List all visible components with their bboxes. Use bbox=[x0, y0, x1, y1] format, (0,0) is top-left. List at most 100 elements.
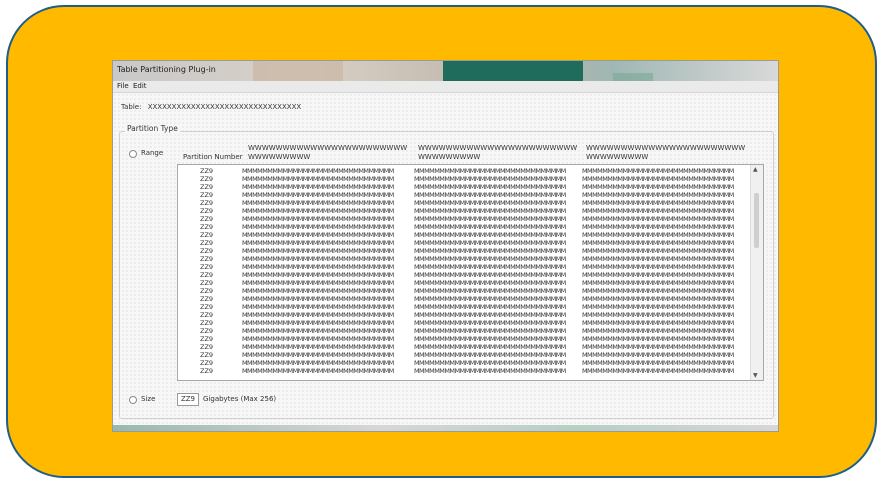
row-cell-c2: MMMMMMMMMMMMMMMMMMMMMMMMMMMMMM bbox=[414, 335, 566, 343]
row-cell-c2: MMMMMMMMMMMMMMMMMMMMMMMMMMMMMM bbox=[414, 319, 566, 327]
row-cell-c3: MMMMMMMMMMMMMMMMMMMMMMMMMMMMMM bbox=[582, 295, 734, 303]
table-row[interactable]: ZZ9 MMMMMMMMMMMMMMMMMMMMMMMMMMMMMM MMMMMMM… bbox=[178, 279, 751, 287]
row-partition-number: ZZ9 bbox=[200, 327, 214, 335]
plugin-window: Table Partitioning Plug-in File Edit Tab… bbox=[112, 60, 779, 432]
window-title: Table Partitioning Plug-in bbox=[117, 65, 216, 74]
row-cell-c1: MMMMMMMMMMMMMMMMMMMMMMMMMMMMMM bbox=[242, 327, 394, 335]
table-row[interactable]: ZZ9 MMMMMMMMMMMMMMMMMMMMMMMMMMMMMM MMMMMMM… bbox=[178, 175, 751, 183]
table-row[interactable]: ZZ9 MMMMMMMMMMMMMMMMMMMMMMMMMMMMMM MMMMMMM… bbox=[178, 239, 751, 247]
row-partition-number: ZZ9 bbox=[200, 367, 214, 375]
size-input[interactable]: ZZ9 bbox=[177, 393, 199, 406]
row-partition-number: ZZ9 bbox=[200, 287, 214, 295]
size-radio[interactable] bbox=[129, 396, 137, 404]
title-bar[interactable]: Table Partitioning Plug-in bbox=[113, 61, 778, 81]
row-cell-c1: MMMMMMMMMMMMMMMMMMMMMMMMMMMMMM bbox=[242, 183, 394, 191]
window-content: Table: XXXXXXXXXXXXXXXXXXXXXXXXXXXXXXXX … bbox=[113, 93, 778, 431]
row-cell-c1: MMMMMMMMMMMMMMMMMMMMMMMMMMMMMM bbox=[242, 191, 394, 199]
table-row[interactable]: ZZ9 MMMMMMMMMMMMMMMMMMMMMMMMMMMMMM MMMMMMM… bbox=[178, 319, 751, 327]
size-suffix: Gigabytes (Max 256) bbox=[203, 395, 277, 403]
row-cell-c3: MMMMMMMMMMMMMMMMMMMMMMMMMMMMMM bbox=[582, 335, 734, 343]
table-row[interactable]: ZZ9 MMMMMMMMMMMMMMMMMMMMMMMMMMMMMM MMMMMMM… bbox=[178, 207, 751, 215]
row-cell-c2: MMMMMMMMMMMMMMMMMMMMMMMMMMMMMM bbox=[414, 271, 566, 279]
row-cell-c3: MMMMMMMMMMMMMMMMMMMMMMMMMMMMMM bbox=[582, 167, 734, 175]
scroll-thumb[interactable] bbox=[754, 193, 759, 248]
row-cell-c2: MMMMMMMMMMMMMMMMMMMMMMMMMMMMMM bbox=[414, 287, 566, 295]
table-row[interactable]: ZZ9 MMMMMMMMMMMMMMMMMMMMMMMMMMMMMM MMMMMMM… bbox=[178, 255, 751, 263]
row-cell-c1: MMMMMMMMMMMMMMMMMMMMMMMMMMMMMM bbox=[242, 231, 394, 239]
table-row[interactable]: ZZ9 MMMMMMMMMMMMMMMMMMMMMMMMMMMMMM MMMMMMM… bbox=[178, 271, 751, 279]
table-row[interactable]: ZZ9 MMMMMMMMMMMMMMMMMMMMMMMMMMMMMM MMMMMMM… bbox=[178, 247, 751, 255]
row-cell-c2: MMMMMMMMMMMMMMMMMMMMMMMMMMMMMM bbox=[414, 239, 566, 247]
table-row[interactable]: ZZ9 MMMMMMMMMMMMMMMMMMMMMMMMMMMMMM MMMMMMM… bbox=[178, 231, 751, 239]
row-cell-c3: MMMMMMMMMMMMMMMMMMMMMMMMMMMMMM bbox=[582, 271, 734, 279]
row-cell-c1: MMMMMMMMMMMMMMMMMMMMMMMMMMMMMM bbox=[242, 359, 394, 367]
table-row[interactable]: ZZ9 MMMMMMMMMMMMMMMMMMMMMMMMMMMMMM MMMMMMM… bbox=[178, 327, 751, 335]
scroll-up-arrow-icon[interactable]: ▲ bbox=[753, 166, 758, 173]
vertical-scrollbar[interactable]: ▲ ▼ bbox=[750, 165, 763, 380]
row-cell-c3: MMMMMMMMMMMMMMMMMMMMMMMMMMMMMM bbox=[582, 191, 734, 199]
row-partition-number: ZZ9 bbox=[200, 231, 214, 239]
header-partition-number[interactable]: Partition Number bbox=[183, 153, 243, 162]
table-row[interactable]: ZZ9 MMMMMMMMMMMMMMMMMMMMMMMMMMMMMM MMMMMMM… bbox=[178, 343, 751, 351]
row-cell-c3: MMMMMMMMMMMMMMMMMMMMMMMMMMMMMM bbox=[582, 311, 734, 319]
table-row[interactable]: ZZ9 MMMMMMMMMMMMMMMMMMMMMMMMMMMMMM MMMMMMM… bbox=[178, 191, 751, 199]
row-cell-c3: MMMMMMMMMMMMMMMMMMMMMMMMMMMMMM bbox=[582, 303, 734, 311]
row-cell-c1: MMMMMMMMMMMMMMMMMMMMMMMMMMMMMM bbox=[242, 247, 394, 255]
table-row[interactable]: ZZ9 MMMMMMMMMMMMMMMMMMMMMMMMMMMMMM MMMMMMM… bbox=[178, 367, 751, 375]
row-cell-c1: MMMMMMMMMMMMMMMMMMMMMMMMMMMMMM bbox=[242, 295, 394, 303]
header-column-2[interactable]: WWWWWWWWWWWWWWWWWWWWWWWWWWWWWWWW bbox=[418, 144, 583, 162]
row-cell-c1: MMMMMMMMMMMMMMMMMMMMMMMMMMMMMM bbox=[242, 255, 394, 263]
table-row[interactable]: ZZ9 MMMMMMMMMMMMMMMMMMMMMMMMMMMMMM MMMMMMM… bbox=[178, 287, 751, 295]
table-row[interactable]: ZZ9 MMMMMMMMMMMMMMMMMMMMMMMMMMMMMM MMMMMMM… bbox=[178, 311, 751, 319]
menu-edit[interactable]: Edit bbox=[133, 82, 147, 90]
table-row[interactable]: ZZ9 MMMMMMMMMMMMMMMMMMMMMMMMMMMMMM MMMMMMM… bbox=[178, 215, 751, 223]
table-label: Table: bbox=[121, 103, 142, 111]
title-bar-background bbox=[613, 73, 653, 81]
row-cell-c2: MMMMMMMMMMMMMMMMMMMMMMMMMMMMMM bbox=[414, 247, 566, 255]
row-cell-c2: MMMMMMMMMMMMMMMMMMMMMMMMMMMMMM bbox=[414, 343, 566, 351]
row-cell-c3: MMMMMMMMMMMMMMMMMMMMMMMMMMMMMM bbox=[582, 247, 734, 255]
header-column-3[interactable]: WWWWWWWWWWWWWWWWWWWWWWWWWWWWWWWW bbox=[586, 144, 751, 162]
table-row[interactable]: ZZ9 MMMMMMMMMMMMMMMMMMMMMMMMMMMMMM MMMMMMM… bbox=[178, 351, 751, 359]
row-cell-c1: MMMMMMMMMMMMMMMMMMMMMMMMMMMMMM bbox=[242, 215, 394, 223]
row-partition-number: ZZ9 bbox=[200, 319, 214, 327]
table-row[interactable]: ZZ9 MMMMMMMMMMMMMMMMMMMMMMMMMMMMMM MMMMMMM… bbox=[178, 359, 751, 367]
row-partition-number: ZZ9 bbox=[200, 167, 214, 175]
row-cell-c2: MMMMMMMMMMMMMMMMMMMMMMMMMMMMMM bbox=[414, 207, 566, 215]
row-cell-c3: MMMMMMMMMMMMMMMMMMMMMMMMMMMMMM bbox=[582, 343, 734, 351]
row-cell-c3: MMMMMMMMMMMMMMMMMMMMMMMMMMMMMM bbox=[582, 367, 734, 375]
menu-file[interactable]: File bbox=[117, 82, 129, 90]
table-row[interactable]: ZZ9 MMMMMMMMMMMMMMMMMMMMMMMMMMMMMM MMMMMMM… bbox=[178, 167, 751, 175]
table-row[interactable]: ZZ9 MMMMMMMMMMMMMMMMMMMMMMMMMMMMMM MMMMMMM… bbox=[178, 303, 751, 311]
scroll-down-arrow-icon[interactable]: ▼ bbox=[753, 372, 758, 379]
table-row[interactable]: ZZ9 MMMMMMMMMMMMMMMMMMMMMMMMMMMMMM MMMMMMM… bbox=[178, 335, 751, 343]
range-radio[interactable] bbox=[129, 150, 137, 158]
row-cell-c2: MMMMMMMMMMMMMMMMMMMMMMMMMMMMMM bbox=[414, 191, 566, 199]
table-row[interactable]: ZZ9 MMMMMMMMMMMMMMMMMMMMMMMMMMMMMM MMMMMMM… bbox=[178, 295, 751, 303]
row-cell-c3: MMMMMMMMMMMMMMMMMMMMMMMMMMMMMM bbox=[582, 207, 734, 215]
row-cell-c3: MMMMMMMMMMMMMMMMMMMMMMMMMMMMMM bbox=[582, 239, 734, 247]
row-cell-c2: MMMMMMMMMMMMMMMMMMMMMMMMMMMMMM bbox=[414, 303, 566, 311]
row-partition-number: ZZ9 bbox=[200, 295, 214, 303]
table-name: XXXXXXXXXXXXXXXXXXXXXXXXXXXXXXXX bbox=[147, 103, 302, 111]
row-partition-number: ZZ9 bbox=[200, 247, 214, 255]
row-cell-c3: MMMMMMMMMMMMMMMMMMMMMMMMMMMMMM bbox=[582, 183, 734, 191]
row-cell-c3: MMMMMMMMMMMMMMMMMMMMMMMMMMMMMM bbox=[582, 327, 734, 335]
row-cell-c1: MMMMMMMMMMMMMMMMMMMMMMMMMMMMMM bbox=[242, 279, 394, 287]
table-row[interactable]: ZZ9 MMMMMMMMMMMMMMMMMMMMMMMMMMMMMM MMMMMMM… bbox=[178, 223, 751, 231]
header-column-1[interactable]: WWWWWWWWWWWWWWWWWWWWWWWWWWWWWWWW bbox=[248, 144, 413, 162]
table-row[interactable]: ZZ9 MMMMMMMMMMMMMMMMMMMMMMMMMMMMMM MMMMMMM… bbox=[178, 263, 751, 271]
row-partition-number: ZZ9 bbox=[200, 239, 214, 247]
row-partition-number: ZZ9 bbox=[200, 343, 214, 351]
bottom-strip bbox=[113, 425, 778, 431]
row-cell-c2: MMMMMMMMMMMMMMMMMMMMMMMMMMMMMM bbox=[414, 215, 566, 223]
row-cell-c3: MMMMMMMMMMMMMMMMMMMMMMMMMMMMMM bbox=[582, 287, 734, 295]
row-cell-c3: MMMMMMMMMMMMMMMMMMMMMMMMMMMMMM bbox=[582, 199, 734, 207]
table-row[interactable]: ZZ9 MMMMMMMMMMMMMMMMMMMMMMMMMMMMMM MMMMMMM… bbox=[178, 199, 751, 207]
row-partition-number: ZZ9 bbox=[200, 223, 214, 231]
row-cell-c2: MMMMMMMMMMMMMMMMMMMMMMMMMMMMMM bbox=[414, 311, 566, 319]
partition-list[interactable]: ZZ9 MMMMMMMMMMMMMMMMMMMMMMMMMMMMMM MMMMMMM… bbox=[177, 164, 764, 381]
row-cell-c2: MMMMMMMMMMMMMMMMMMMMMMMMMMMMMM bbox=[414, 231, 566, 239]
row-partition-number: ZZ9 bbox=[200, 263, 214, 271]
table-row[interactable]: ZZ9 MMMMMMMMMMMMMMMMMMMMMMMMMMMMMM MMMMMMM… bbox=[178, 183, 751, 191]
